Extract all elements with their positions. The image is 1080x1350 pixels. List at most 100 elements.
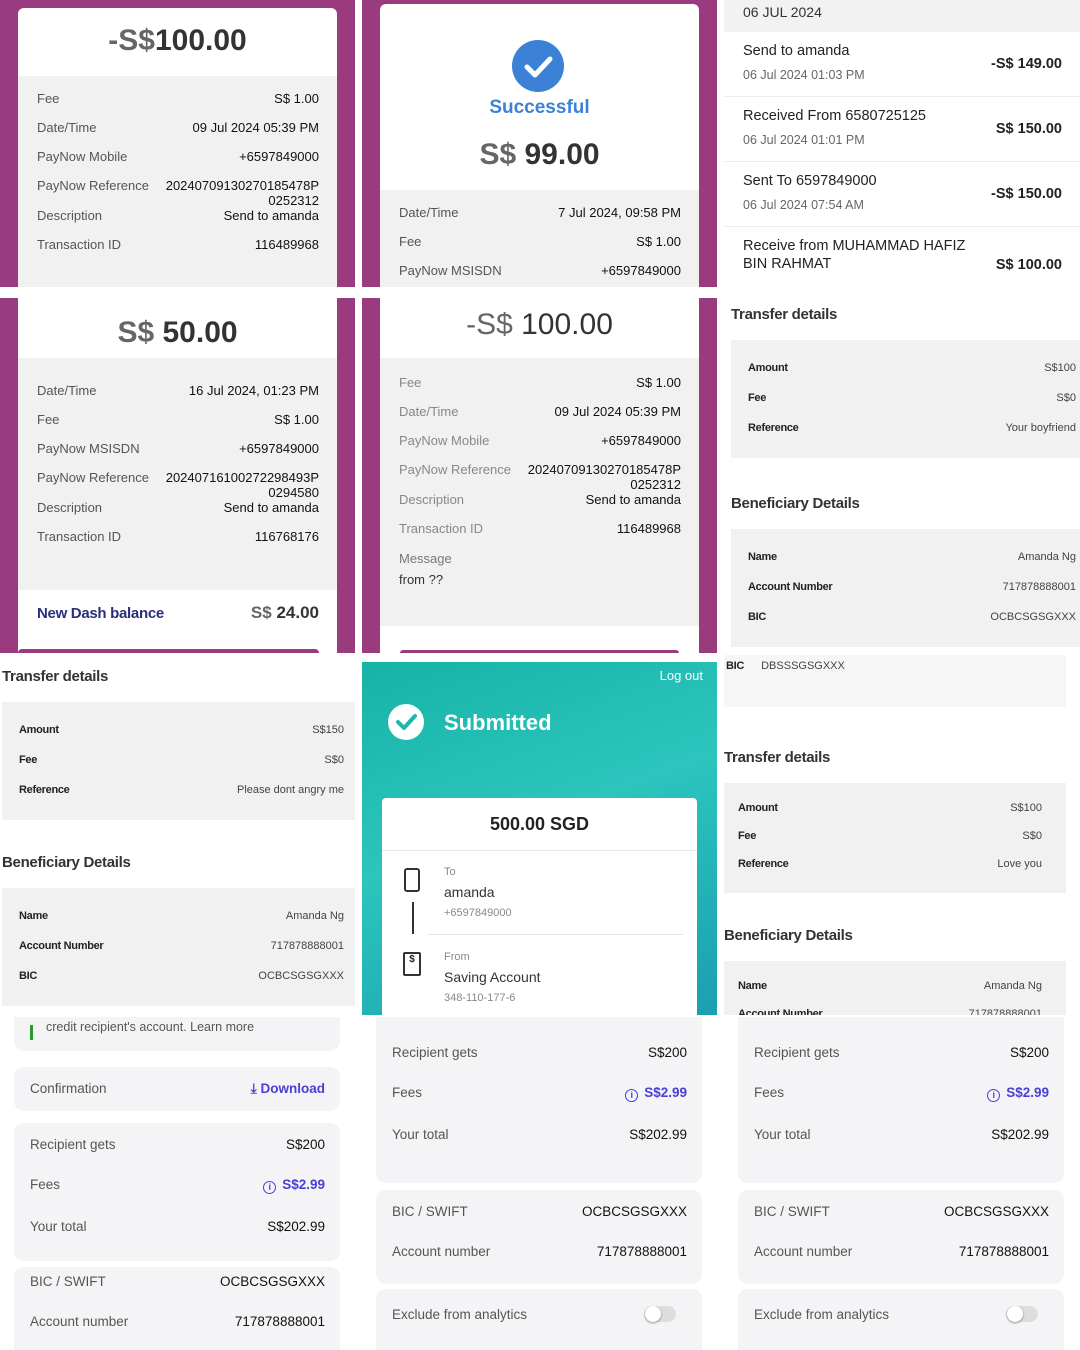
beneficiary-details-box: Name Amanda Ng Account Number 717878888001 B…: [2, 888, 355, 1006]
detail-value: 09 Jul 2024 05:39 PM: [554, 403, 681, 419]
detail-value: 7 Jul 2024, 09:58 PM: [558, 205, 681, 220]
detail-row: Account Number 717878888001: [748, 581, 1076, 593]
amount-display: S$ 50.00: [117, 316, 238, 349]
panel-9-bank-transfer-details: BIC DBSSSGSGXXX Transfer details Amount S…: [724, 655, 1080, 1015]
fees-info-button[interactable]: i S$2.99: [625, 1085, 687, 1102]
detail-label: Description: [37, 207, 103, 223]
beneficiary-details-title: Beneficiary Details: [2, 854, 131, 871]
action-button-edge[interactable]: [18, 649, 319, 653]
receipt-card: -S$100.00 Fee S$ 1.00 Date/Time 09 Jul 2024…: [18, 8, 337, 287]
message-label: Message: [399, 550, 452, 566]
transfer-amount: 500.00 SGD: [489, 814, 590, 834]
detail-value: 09 Jul 2024 05:39 PM: [192, 119, 319, 135]
details-block: Fee S$ 1.00 Date/Time 09 Jul 2024 05:39 PM P…: [18, 76, 337, 287]
detail-row: PayNow Mobile +6597849000: [37, 149, 319, 165]
amount-summary-card: Recipient gets S$200 Fees i S$2.99 Your tot…: [14, 1123, 340, 1261]
detail-label: Fee: [37, 411, 60, 427]
detail-row: Transaction ID 116489968: [399, 521, 681, 537]
detail-row: Fee S$0: [738, 830, 1042, 842]
detail-label: Name: [738, 980, 767, 992]
detail-row: Description Send to amanda: [37, 499, 319, 516]
transaction-title: Receive from MUHAMMAD HAFIZ BIN RAHMAT: [743, 238, 966, 272]
detail-row: Fee S$0: [19, 754, 344, 766]
check-circle-icon: [388, 704, 424, 740]
detail-label: BIC: [19, 970, 38, 982]
download-button[interactable]: ⤓ Download: [251, 1081, 325, 1097]
transaction-title: Sent To 6597849000: [743, 173, 877, 189]
transaction-item[interactable]: Received From 6580725125 06 Jul 2024 01:0…: [724, 97, 1080, 162]
detail-label: Account Number: [738, 1008, 823, 1015]
detail-label: Fee: [738, 830, 757, 842]
transfer-details-box: Amount S$100 Fee S$0 Reference Love you: [724, 783, 1066, 893]
panel-3-transaction-history: 06 JUL 2024 Send to amanda 06 Jul 2024 01…: [724, 0, 1080, 287]
detail-value: S$0: [1056, 392, 1076, 404]
receipt-card: -S$ 100.00 Fee S$ 1.00 Date/Time 09 Jul 202…: [380, 298, 699, 653]
detail-value: S$0: [1022, 830, 1042, 842]
transaction-item[interactable]: Sent To 6597849000 06 Jul 2024 07:54 AM -S…: [724, 162, 1080, 227]
action-button-edge[interactable]: [400, 650, 679, 653]
transaction-list: Send to amanda 06 Jul 2024 01:03 PM -S$ 14…: [724, 32, 1080, 287]
detail-label: Date/Time: [37, 383, 97, 398]
transaction-amount: S$ 100.00: [995, 257, 1062, 273]
detail-value: S$ 1.00: [274, 411, 319, 427]
detail-label: Date/Time: [37, 119, 97, 135]
detail-value: +6597849000: [239, 440, 319, 456]
detail-value: S$ 1.00: [274, 91, 319, 106]
detail-row: Date/Time 09 Jul 2024 05:39 PM: [37, 119, 319, 136]
detail-value: Send to amanda: [585, 491, 681, 507]
detail-value: S$ 1.00: [636, 375, 681, 390]
transaction-item[interactable]: Receive from MUHAMMAD HAFIZ BIN RAHMAT S$…: [724, 227, 1080, 287]
detail-row: Reference Please dont angry me: [19, 784, 344, 796]
bank-details-card: BIC / SWIFT OCBCSGSGXXX Account number 717…: [376, 1190, 702, 1284]
detail-row: BIC OCBCSGSGXXX: [19, 970, 344, 982]
transaction-item[interactable]: Send to amanda 06 Jul 2024 01:03 PM -S$ 14…: [724, 32, 1080, 97]
detail-row: PayNow Reference 20240716100272298493P 02…: [37, 469, 319, 501]
exclude-analytics-toggle[interactable]: [1006, 1306, 1038, 1322]
bank-details-card: BIC / SWIFT OCBCSGSGXXX Account number 717…: [738, 1190, 1064, 1284]
detail-label: Fee: [19, 754, 38, 766]
detail-value: 20240716100272298493P 0294580: [165, 469, 319, 500]
fees-info-button[interactable]: i S$2.99: [987, 1085, 1049, 1102]
detail-label: Reference: [19, 784, 70, 796]
detail-row: PayNow MSISDN +6597849000: [399, 263, 681, 279]
panel-10-wise-transfer: credit recipient's account. Learn more C…: [0, 1017, 355, 1350]
transfer-details-box: Amount S$150 Fee S$0 Reference Please dont an…: [2, 702, 355, 820]
detail-label: Description: [399, 491, 465, 507]
receipt-icon: $: [403, 952, 421, 976]
panel-1-transfer-receipt: -S$100.00 Fee S$ 1.00 Date/Time 09 Jul 2024…: [0, 0, 355, 287]
beneficiary-details-box: Name Amanda Ng Account Number 717878888001 B…: [731, 529, 1080, 647]
detail-value: Send to amanda: [223, 499, 319, 515]
detail-row: Transaction ID 116768176: [37, 529, 319, 545]
detail-label: Transaction ID: [37, 236, 122, 252]
confirmation-card: Confirmation ⤓ Download: [14, 1067, 340, 1111]
panel-12-wise-transfer: Recipient gets S$200 Fees i S$2.99 Your tot…: [724, 1017, 1080, 1350]
info-icon: i: [987, 1089, 1001, 1102]
detail-label: Description: [37, 499, 103, 515]
detail-row: PayNow Mobile +6597849000: [399, 432, 681, 449]
detail-row: Reference Your boyfriend: [748, 422, 1076, 434]
info-icon: i: [263, 1181, 277, 1194]
detail-label: Reference: [748, 422, 799, 434]
detail-label: PayNow MSISDN: [37, 440, 140, 456]
download-icon: ⤓: [250, 1081, 257, 1096]
transfer-card: 500.00 SGD $ To amanda +6597849000 From …: [382, 798, 697, 1015]
amount-display: -S$100.00: [108, 24, 247, 57]
detail-value: 717878888001: [968, 1008, 1042, 1015]
fees-info-button[interactable]: i S$2.99: [263, 1177, 325, 1194]
exclude-analytics-toggle[interactable]: [644, 1306, 676, 1322]
detail-label: PayNow Mobile: [399, 432, 490, 448]
details-block: Date/Time 7 Jul 2024, 09:58 PM Fee S$ 1.00 P…: [380, 190, 699, 287]
detail-value: S$100: [1010, 802, 1042, 814]
bank-details-card: BIC / SWIFT OCBCSGSGXXX Account number 717…: [14, 1267, 340, 1350]
detail-value: Amanda Ng: [1017, 551, 1076, 563]
detail-value: Please dont angry me: [236, 784, 344, 796]
logout-link[interactable]: Log out: [660, 668, 703, 683]
detail-label: Fee: [399, 375, 422, 390]
detail-row: Fee S$ 1.00: [399, 234, 681, 250]
notice-text[interactable]: credit recipient's account. Learn more: [46, 1020, 254, 1034]
detail-label: Name: [19, 910, 48, 922]
detail-row: Amount S$100: [748, 362, 1076, 374]
panel-5-transfer-receipt-message: -S$ 100.00 Fee S$ 1.00 Date/Time 09 Jul 202…: [362, 298, 717, 653]
panel-6-bank-transfer-details: Transfer details Amount S$100 Fee S$0 Refere…: [724, 298, 1080, 653]
detail-value: S$100: [1044, 362, 1076, 374]
